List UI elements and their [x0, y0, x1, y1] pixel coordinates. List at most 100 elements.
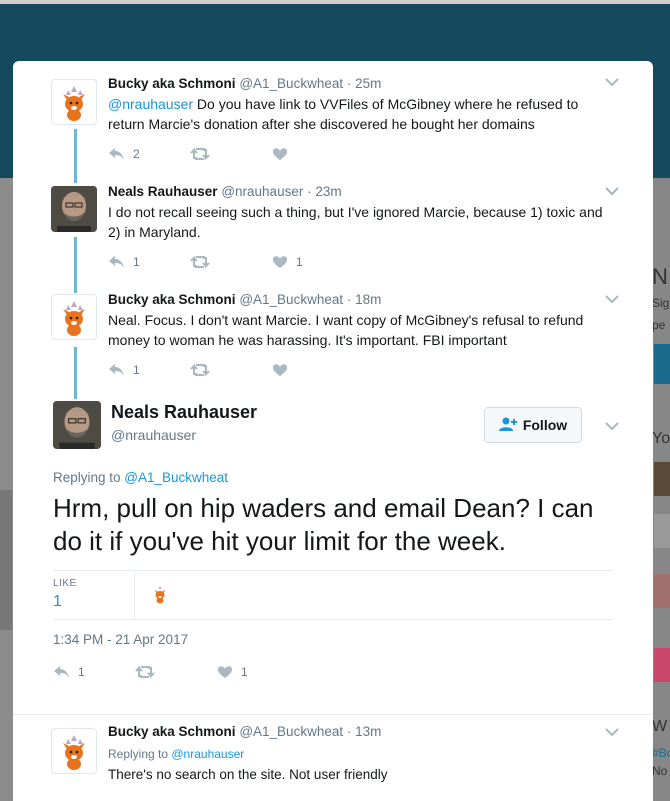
- avatar[interactable]: [51, 294, 97, 340]
- reply-button[interactable]: 1: [108, 255, 190, 269]
- tweet-time[interactable]: · 25m: [347, 76, 382, 91]
- author-handle[interactable]: @A1_Buckwheat: [239, 76, 343, 91]
- reply-count: 2: [133, 147, 140, 161]
- chevron-down-icon[interactable]: [605, 184, 619, 196]
- retweet-button[interactable]: [190, 147, 272, 161]
- bg-blue-button: [654, 344, 670, 384]
- bg-letter: #Bo: [652, 746, 670, 760]
- author-name[interactable]: Bucky aka Schmoni: [108, 76, 236, 91]
- reply-button[interactable]: 1: [108, 363, 190, 377]
- man-icon: [53, 401, 101, 449]
- bg-thumbnail: [654, 648, 670, 682]
- tweet-time[interactable]: · 13m: [347, 724, 382, 739]
- liker-avatar[interactable]: [149, 583, 171, 605]
- reply-icon: [109, 256, 124, 268]
- avatar[interactable]: [51, 79, 97, 125]
- replying-prefix: Replying to: [108, 747, 172, 761]
- likes-count[interactable]: 1: [53, 593, 62, 611]
- fox-icon: [63, 735, 85, 770]
- heart-icon: [272, 256, 288, 268]
- author-name[interactable]: Bucky aka Schmoni: [108, 724, 236, 739]
- focused-tweet-text: Hrm, pull on hip waders and email Dean? …: [53, 493, 594, 556]
- bg-letter: Sig: [652, 296, 670, 310]
- like-button[interactable]: [272, 363, 354, 377]
- thread-connector: [74, 347, 77, 399]
- likes-label: LIKE: [53, 578, 77, 589]
- tweet-text: I do not recall seeing such a thing, but…: [108, 204, 603, 240]
- like-count: 1: [296, 255, 303, 269]
- retweet-button[interactable]: [190, 363, 272, 377]
- bg-thumbnail: [654, 462, 670, 496]
- tweet-header: Neals Rauhauser @nrauhauser · 23m: [108, 184, 342, 199]
- replying-to: Replying to @nrauhauser: [108, 747, 244, 761]
- bg-thumbnail: [654, 574, 670, 608]
- bg-thumbnail: [654, 514, 670, 548]
- chevron-down-icon[interactable]: [605, 419, 619, 431]
- replying-to: Replying to @A1_Buckwheat: [53, 470, 228, 485]
- bg-letter: N: [652, 264, 668, 289]
- tweet-header: Bucky aka Schmoni @A1_Buckwheat · 18m: [108, 292, 381, 307]
- chevron-down-icon[interactable]: [605, 75, 619, 87]
- heart-icon: [272, 148, 288, 160]
- tweet-timestamp: 1:34 PM - 21 Apr 2017: [53, 632, 189, 647]
- avatar[interactable]: [53, 401, 101, 449]
- follow-label: Follow: [522, 417, 568, 433]
- reply-icon: [109, 364, 124, 376]
- bg-letter: W: [652, 718, 668, 735]
- avatar[interactable]: [51, 728, 97, 774]
- reply-count: 1: [133, 363, 140, 377]
- retweet-icon: [190, 255, 210, 269]
- mention-link[interactable]: @A1_Buckwheat: [124, 470, 228, 485]
- author-handle[interactable]: @A1_Buckwheat: [239, 724, 343, 739]
- thread-connector: [74, 237, 77, 293]
- reply-button[interactable]: 2: [108, 147, 190, 161]
- retweet-icon: [190, 147, 210, 161]
- bg-letter: pe: [652, 318, 666, 332]
- replying-prefix: Replying to: [53, 470, 125, 485]
- chevron-down-icon[interactable]: [605, 725, 619, 737]
- author-handle[interactable]: @A1_Buckwheat: [239, 292, 343, 307]
- like-button[interactable]: 1: [217, 665, 299, 679]
- mention-link[interactable]: @nrauhauser: [108, 96, 193, 112]
- divider: [134, 571, 135, 619]
- follow-button[interactable]: Follow: [484, 407, 582, 443]
- mention-link[interactable]: @nrauhauser: [171, 747, 244, 761]
- chevron-down-icon[interactable]: [605, 292, 619, 304]
- retweet-button[interactable]: [190, 255, 272, 269]
- author-handle[interactable]: @nrauhauser: [111, 427, 196, 443]
- tweet-actions: 2: [108, 145, 354, 163]
- background-left-strip: [0, 490, 12, 630]
- tweet-text: There's no search on the site. Not user …: [108, 767, 388, 782]
- tweet-header: Bucky aka Schmoni @A1_Buckwheat · 13m: [108, 724, 381, 739]
- retweet-icon: [135, 665, 155, 679]
- author-name[interactable]: Neals Rauhauser: [111, 402, 257, 423]
- follow-user-icon: [498, 417, 517, 434]
- divider: [13, 714, 653, 715]
- reply-button[interactable]: 1: [53, 665, 135, 679]
- like-count: 1: [241, 665, 248, 679]
- tweet-stats: LIKE 1: [53, 570, 613, 620]
- tweet-actions: 1 1: [53, 663, 299, 681]
- retweet-icon: [190, 363, 210, 377]
- avatar[interactable]: [51, 186, 97, 232]
- heart-icon: [217, 666, 233, 678]
- reply-icon: [54, 666, 69, 678]
- retweet-button[interactable]: [135, 665, 217, 679]
- author-name[interactable]: Neals Rauhauser: [108, 184, 218, 199]
- man-icon: [51, 186, 97, 232]
- tweet-modal: Bucky aka Schmoni @A1_Buckwheat · 25m @n…: [13, 61, 653, 801]
- fox-icon: [63, 301, 85, 336]
- bg-letter: No: [652, 764, 668, 778]
- heart-icon: [272, 364, 288, 376]
- author-handle[interactable]: @nrauhauser: [221, 184, 303, 199]
- like-button[interactable]: 1: [272, 255, 354, 269]
- tweet-time[interactable]: · 18m: [347, 292, 382, 307]
- tweet-time[interactable]: · 23m: [307, 184, 342, 199]
- bg-letter: Yo: [652, 430, 670, 447]
- author-name[interactable]: Bucky aka Schmoni: [108, 292, 236, 307]
- tweet-text: Neal. Focus. I don't want Marcie. I want…: [108, 312, 584, 348]
- tweet-actions: 1 1: [108, 253, 354, 271]
- fox-icon: [149, 583, 171, 605]
- like-button[interactable]: [272, 147, 354, 161]
- tweet-actions: 1: [108, 361, 354, 379]
